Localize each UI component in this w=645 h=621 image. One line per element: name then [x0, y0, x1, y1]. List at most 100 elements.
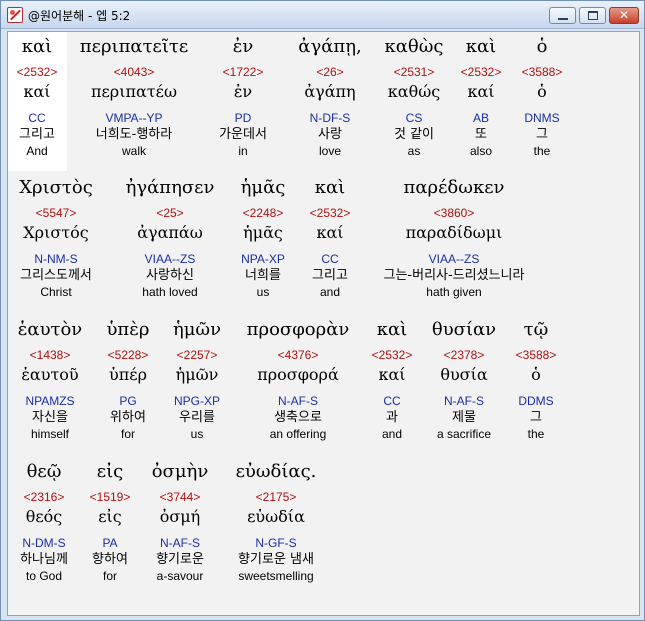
lemma: καί [467, 82, 495, 101]
korean-gloss: 것 같이 [393, 127, 434, 142]
greek-word: ὁ [536, 36, 548, 57]
strong-number[interactable]: <1722> [208, 64, 278, 80]
greek-word: ἠγάπησεν [125, 177, 215, 198]
korean-gloss: 하나님께 [20, 552, 68, 567]
korean-gloss: 또 [475, 127, 487, 142]
word-block[interactable]: ἡμῶν <2257> ἡμῶν NPG-XP 우리를 us [164, 315, 230, 442]
strong-number[interactable]: <3744> [142, 489, 218, 505]
greek-word: τῷ [523, 319, 549, 340]
minimize-button[interactable] [549, 7, 576, 24]
strong-number[interactable]: <1519> [80, 489, 140, 505]
greek-word: καὶ [314, 177, 346, 198]
korean-gloss: 사랑하신 [146, 268, 194, 283]
lemma: ἑαυτοῦ [21, 365, 79, 384]
parsing-code: AB [472, 111, 489, 125]
word-block[interactable]: καὶ <2532> καί CC 그리고 and [300, 173, 360, 300]
strong-number[interactable]: <2378> [424, 347, 504, 363]
lemma: καί [378, 365, 406, 384]
strong-number[interactable]: <2532> [362, 347, 422, 363]
parsing-code: N-GF-S [255, 536, 297, 550]
word-block[interactable]: καθὼς <2531> καθώς CS 것 같이 as [378, 32, 450, 159]
lemma: εὐωδία [247, 507, 305, 526]
korean-gloss: 위하여 [110, 410, 146, 425]
maximize-icon [588, 11, 598, 20]
word-block[interactable]: Χριστὸς <5547> Χριστός N-NM-S 그리스도께서 Chr… [10, 173, 102, 300]
greek-word: εὐωδίας. [235, 461, 317, 482]
maximize-button[interactable] [579, 7, 606, 24]
word-block[interactable]: παρέδωκεν <3860> παραδίδωμι VIAA--ZS 그는-… [362, 173, 546, 300]
strong-number[interactable]: <4376> [236, 347, 360, 363]
strong-number[interactable]: <2175> [222, 489, 330, 505]
strong-number[interactable]: <26> [284, 64, 376, 80]
word-block[interactable]: ὀσμὴν <3744> ὀσμή N-AF-S 향기로운 a-savour [142, 457, 218, 584]
word-block[interactable]: ὁ <3588> ὁ DNMS 그 the [516, 32, 568, 159]
word-block[interactable]: εἰς <1519> εἰς PA 향하여 for [80, 457, 140, 584]
word-block[interactable]: εὐωδίας. <2175> εὐωδία N-GF-S 향기로운 냄새 sw… [222, 457, 330, 584]
korean-gloss: 그리고 [312, 268, 348, 283]
word-block[interactable]: ἑαυτὸν <1438> ἑαυτοῦ NPAMZS 자신을 himself [10, 315, 90, 442]
analysis-panel: καὶ <2532> καί CC 그리고 And περιπατεῖτε <4… [7, 31, 640, 616]
app-icon[interactable] [7, 7, 23, 23]
greek-word: θυσίαν [431, 319, 497, 340]
korean-gloss: 그리고 [19, 127, 55, 142]
word-block[interactable]: θεῷ <2316> θεός N-DM-S 하나님께 to God [10, 457, 78, 584]
greek-word: καὶ [376, 319, 408, 340]
korean-gloss: 향기로운 냄새 [238, 552, 314, 567]
lemma: Χριστός [23, 223, 89, 242]
english-gloss: an offering [269, 427, 327, 441]
word-block[interactable]: ὑπὲρ <5228> ὑπέρ PG 위하여 for [96, 315, 160, 442]
parsing-code: NPA-XP [241, 252, 285, 266]
strong-number[interactable]: <25> [108, 205, 232, 221]
strong-number[interactable]: <2532> [456, 64, 506, 80]
strong-number[interactable]: <2532> [10, 64, 64, 80]
word-block[interactable]: καὶ <2532> καί CC 과 and [362, 315, 422, 442]
strong-number[interactable]: <3860> [362, 205, 546, 221]
word-block[interactable]: περιπατεῖτε <4043> περιπατέω VMPA--YP 너희… [66, 32, 202, 159]
word-block[interactable]: καὶ <2532> καί CC 그리고 And [10, 32, 64, 159]
korean-gloss: 과 [386, 410, 398, 425]
strong-number[interactable]: <2532> [300, 205, 360, 221]
parsing-code: N-AF-S [444, 394, 484, 408]
english-gloss: also [469, 144, 492, 158]
korean-gloss: 그리스도께서 [20, 268, 92, 283]
word-block[interactable]: ἐν <1722> ἐν PD 가운데서 in [208, 32, 278, 159]
word-block[interactable]: ἡμᾶς <2248> ἡμᾶς NPA-XP 너희를 us [230, 173, 296, 300]
greek-word: καθὼς [384, 36, 444, 57]
strong-number[interactable]: <3588> [508, 347, 564, 363]
english-gloss: Christ [40, 285, 72, 299]
strong-number[interactable]: <2257> [164, 347, 230, 363]
greek-word: ἡμᾶς [240, 177, 286, 198]
parsing-code: N-AF-S [160, 536, 200, 550]
strong-number[interactable]: <2531> [378, 64, 450, 80]
title-bar[interactable]: @원어분해 - 엡 5:2 ✕ [1, 1, 644, 29]
word-block[interactable]: καὶ <2532> καί AB 또 also [456, 32, 506, 159]
word-block[interactable]: τῷ <3588> ὁ DDMS 그 the [508, 315, 564, 442]
strong-number[interactable]: <3588> [516, 64, 568, 80]
lemma: θεός [25, 507, 63, 526]
parsing-code: DNMS [524, 111, 560, 125]
lemma: ὑπέρ [109, 365, 147, 384]
close-icon: ✕ [618, 8, 630, 22]
strong-number[interactable]: <5547> [10, 205, 102, 221]
strong-number[interactable]: <5228> [96, 347, 160, 363]
english-gloss: for [102, 569, 117, 583]
word-block[interactable]: θυσίαν <2378> θυσία N-AF-S 제물 a sacrific… [424, 315, 504, 442]
parsing-code: PD [234, 111, 252, 125]
lemma: καί [23, 82, 51, 101]
word-block[interactable]: ἠγάπησεν <25> ἀγαπάω VIAA--ZS 사랑하신 hath … [108, 173, 232, 300]
strong-number[interactable]: <2248> [230, 205, 296, 221]
close-button[interactable]: ✕ [609, 7, 639, 24]
english-gloss: the [527, 427, 545, 441]
word-block[interactable]: ἀγάπῃ, <26> ἀγάπη N-DF-S 사랑 love [284, 32, 376, 159]
strong-number[interactable]: <1438> [10, 347, 90, 363]
lemma: παραδίδωμι [405, 223, 503, 242]
parsing-code: VMPA--YP [105, 111, 163, 125]
word-block[interactable]: προσφορὰν <4376> προσφορά N-AF-S 생축으로 an… [236, 315, 360, 442]
lemma: προσφορά [257, 365, 339, 384]
english-gloss: the [533, 144, 551, 158]
english-gloss: love [318, 144, 341, 158]
greek-word: θεῷ [26, 461, 62, 482]
strong-number[interactable]: <4043> [66, 64, 202, 80]
strong-number[interactable]: <2316> [10, 489, 78, 505]
english-gloss: as [407, 144, 421, 158]
